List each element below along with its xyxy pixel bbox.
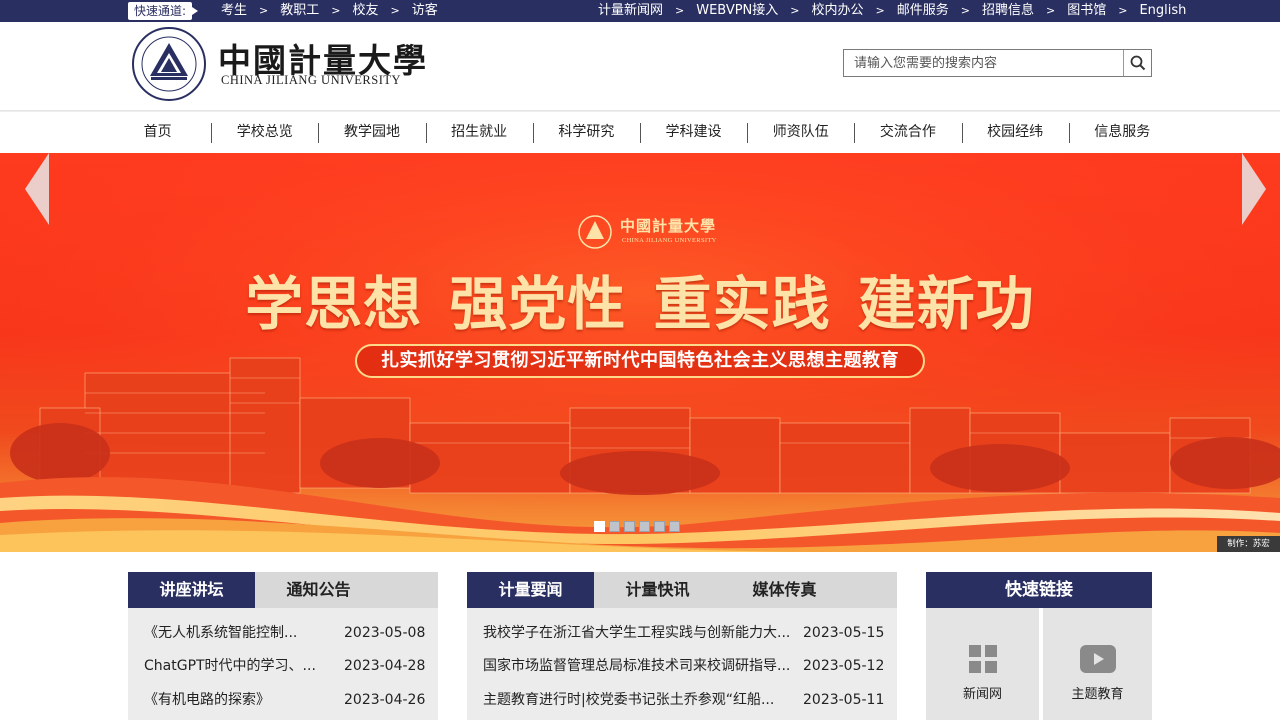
list-item[interactable]: 国家市场监督管理总局标准技术司来校调研指导... 2023-05-12 [467,649,897,683]
quick-link-student[interactable]: 考生 [221,0,247,22]
tab-lectures[interactable]: 讲座讲坛 [128,572,255,608]
list-item-title: 《无人机系统智能控制... [144,625,298,641]
link-campus-office[interactable]: 校内办公 [812,0,864,22]
list-item-title: 国家市场监督管理总局标准技术司来校调研指导... [483,658,791,674]
list-item[interactable]: 《无人机系统智能控制... 2023-05-08 [128,616,438,650]
list-item-title: ChatGPT时代中的学习、... [144,658,316,674]
banner-credit: 制作：苏宏 [1217,536,1280,552]
list-item-title: 我校学子在浙江省大学生工程实践与创新能力大... [483,625,791,641]
top-bar: 快速通道: 考生 > 教职工 > 校友 > 访客 计量新闻网 > WEBVPN接… [0,0,1280,22]
banner-dot[interactable] [639,521,650,532]
site-header: 中國計量大學 CHINA JILIANG UNIVERSITY [0,22,1280,110]
tab-key-news[interactable]: 计量要闻 [467,572,594,608]
quick-link-label: 新闻网 [962,687,1002,702]
quick-link-theme-education[interactable]: 主题教育 [1043,608,1152,720]
list-item-date: 2023-05-15 [803,625,885,641]
banner-prev-arrow-icon[interactable] [25,153,49,225]
nav-item-admissions[interactable]: 招生就业 [425,111,533,154]
link-library[interactable]: 图书馆 [1067,0,1106,22]
separator-icon: > [960,4,970,17]
quick-links-panel: 快速链接 新闻网 主题教育 [926,572,1152,720]
nav-item-overview[interactable]: 学校总览 [211,111,318,154]
banner-pagination [594,521,684,532]
link-english[interactable]: English [1139,0,1186,22]
nav-item-exchange[interactable]: 交流合作 [854,111,961,154]
nav-item-teaching[interactable]: 教学园地 [318,111,425,154]
brand-name-en: CHINA JILIANG UNIVERSITY [221,73,402,87]
list-item[interactable]: 我校学子在浙江省大学生工程实践与创新能力大... 2023-05-15 [467,616,897,650]
quick-link-visitor[interactable]: 访客 [412,0,438,22]
link-webvpn[interactable]: WEBVPN接入 [696,0,778,22]
quick-link-label: 主题教育 [1071,687,1124,702]
quick-access-label: 快速通道: [128,2,199,20]
quick-link-staff[interactable]: 教职工 [280,0,319,22]
separator-icon: > [259,4,269,17]
list-item-date: 2023-04-26 [344,692,426,708]
nav-item-disciplines[interactable]: 学科建设 [639,111,747,154]
banner-dot[interactable] [609,521,620,532]
search-input[interactable] [844,50,1124,76]
separator-icon: > [390,4,400,17]
main-nav: 首页 学校总览 教学园地 招生就业 科学研究 学科建设 师资队伍 交流合作 校园… [0,110,1280,153]
separator-icon: > [875,4,885,17]
hero-banner[interactable]: 中國計量大學 CHINA JILIANG UNIVERSITY 学思想 强党性 … [0,153,1280,552]
separator-icon: > [1118,4,1128,17]
separator-icon: > [1045,4,1056,17]
banner-logo-text-en: CHINA JILIANG UNIVERSITY [622,237,717,244]
nav-item-campus[interactable]: 校园经纬 [961,111,1069,154]
banner-subtitle: 扎实抓好学习贯彻习近平新时代中国特色社会主义思想主题教育 [355,344,925,378]
separator-icon: > [331,4,341,17]
list-item-date: 2023-05-08 [344,625,426,641]
quick-links-title: 快速链接 [926,572,1152,608]
list-item-date: 2023-05-12 [803,658,885,674]
banner-dot[interactable] [654,521,665,532]
link-recruitment[interactable]: 招聘信息 [982,0,1034,22]
list-item[interactable]: ChatGPT时代中的学习、... 2023-04-28 [128,649,438,683]
banner-dot[interactable] [594,521,605,532]
tab-media[interactable]: 媒体传真 [721,572,848,608]
banner-title: 学思想 强党性 重实践 建新功 [245,270,1035,338]
quick-link-news-site[interactable]: 新闻网 [926,608,1039,720]
nav-item-research[interactable]: 科学研究 [532,111,640,154]
utility-links: 计量新闻网 > WEBVPN接入 > 校内办公 > 邮件服务 > 招聘信息 > … [598,0,1186,22]
list-item-title: 主题教育进行时|校党委书记张土乔参观“红船... [483,692,775,708]
banner-dot[interactable] [624,521,635,532]
list-item-date: 2023-05-11 [803,692,885,708]
play-icon [1079,645,1116,673]
nav-item-info-services[interactable]: 信息服务 [1068,111,1176,154]
grid-icon [968,645,997,673]
quick-links-left: 考生 > 教职工 > 校友 > 访客 [221,0,438,22]
link-news-site[interactable]: 计量新闻网 [598,0,663,22]
quick-link-alumni[interactable]: 校友 [352,0,378,22]
list-item[interactable]: 《有机电路的探索》 2023-04-26 [128,683,438,717]
search-box [843,49,1152,77]
separator-icon: > [675,4,685,17]
search-button[interactable] [1123,50,1151,76]
tab-notices[interactable]: 通知公告 [255,572,382,608]
banner-next-arrow-icon[interactable] [1242,153,1266,225]
lectures-panel: 讲座讲坛 通知公告 《无人机系统智能控制... 2023-05-08 ChatG… [128,572,438,720]
search-icon [1130,55,1145,71]
list-item-date: 2023-04-28 [344,658,426,674]
separator-icon: > [790,4,800,17]
news-panel: 计量要闻 计量快讯 媒体传真 我校学子在浙江省大学生工程实践与创新能力大... … [467,572,897,720]
link-mail[interactable]: 邮件服务 [897,0,949,22]
university-logo-icon[interactable] [131,26,207,102]
tab-news-flash[interactable]: 计量快讯 [594,572,721,608]
nav-item-faculty[interactable]: 师资队伍 [747,111,854,154]
list-item[interactable]: 主题教育进行时|校党委书记张土乔参观“红船... 2023-05-11 [467,683,897,717]
nav-item-home[interactable]: 首页 [104,111,211,154]
list-item-title: 《有机电路的探索》 [144,692,270,708]
banner-logo-text-cn: 中國計量大學 [620,217,717,235]
banner-dot[interactable] [669,521,680,532]
